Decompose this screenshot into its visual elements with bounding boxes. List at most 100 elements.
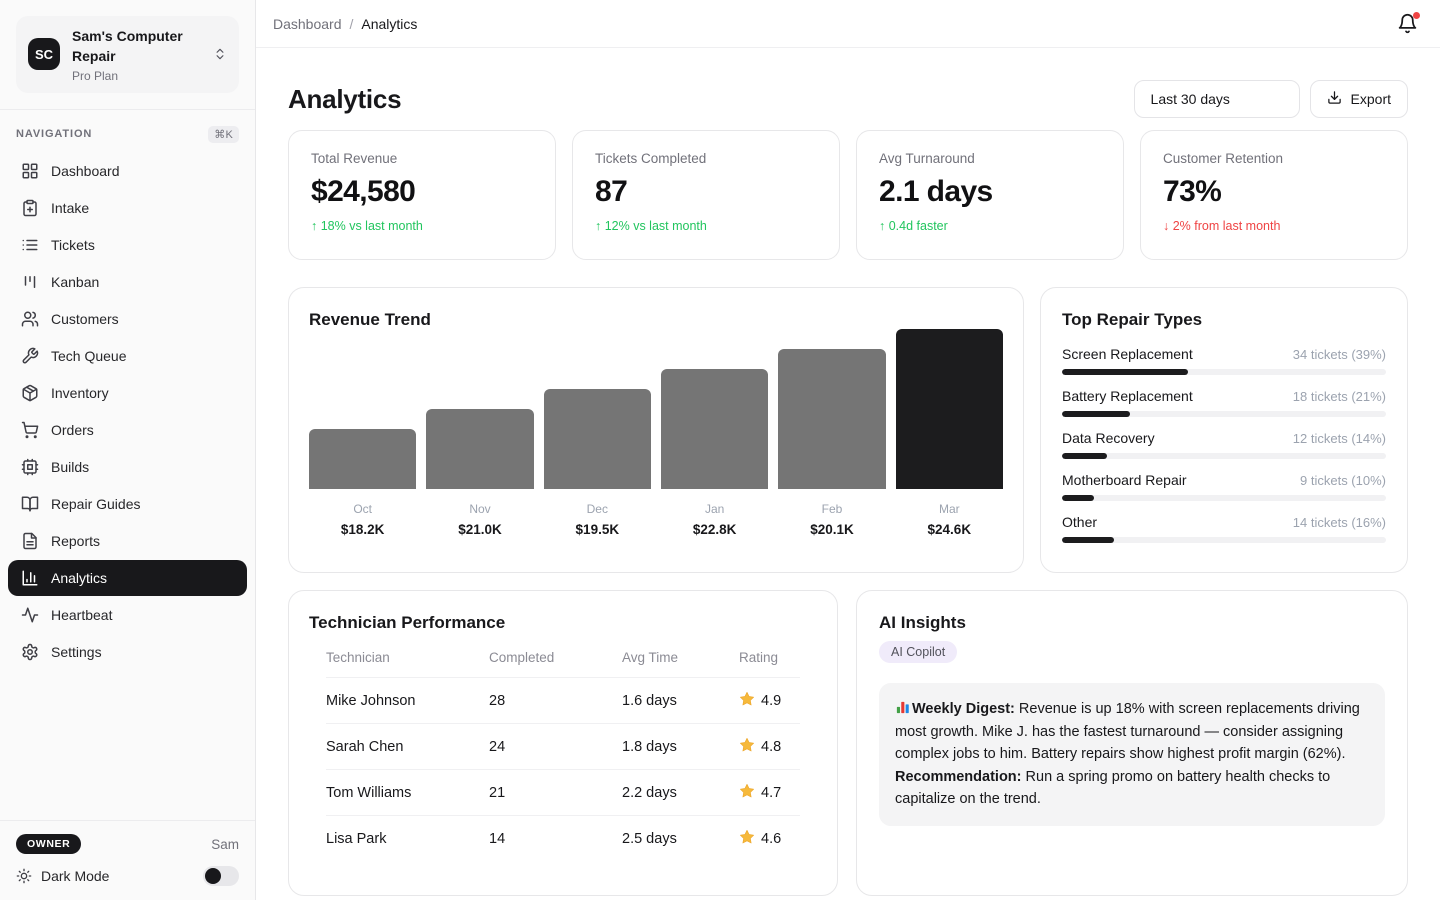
technician-table-header: TechnicianCompletedAvg TimeRating <box>326 650 800 678</box>
date-range-value: Last 30 days <box>1151 91 1230 107</box>
technician-performance-panel: Technician Performance TechnicianComplet… <box>288 590 838 896</box>
technician-name: Mike Johnson <box>326 693 489 709</box>
stat-delta: ↑ 12% vs last month <box>595 219 817 233</box>
workspace-switcher[interactable]: SC Sam's Computer Repair Pro Plan <box>16 16 239 93</box>
toggle-knob <box>205 868 221 884</box>
dark-mode-row: Dark Mode <box>16 866 239 886</box>
column-header-completed: Completed <box>489 650 622 665</box>
repair-progress-track <box>1062 537 1386 543</box>
revenue-bar-feb <box>778 349 885 489</box>
technician-completed: 28 <box>489 693 622 709</box>
technician-name: Lisa Park <box>326 831 489 847</box>
dark-mode-toggle[interactable] <box>203 866 239 886</box>
repair-progress-fill <box>1062 537 1114 543</box>
repair-types-list: Screen Replacement34 tickets (39%)Batter… <box>1062 346 1386 543</box>
sidebar-item-tech-queue[interactable]: Tech Queue <box>8 338 247 374</box>
sidebar-item-label: Heartbeat <box>51 607 112 623</box>
page-content: Analytics Last 30 days Export Total Reve… <box>256 48 1440 896</box>
table-row-lisa-park: Lisa Park142.5 days4.6 <box>326 816 800 862</box>
file-text-icon <box>21 532 39 550</box>
stat-label: Total Revenue <box>311 151 533 166</box>
sidebar-nav: DashboardIntake Tickets Kanban Customers Tec… <box>0 153 255 671</box>
breadcrumb-separator: / <box>350 16 354 32</box>
repair-progress-fill <box>1062 369 1188 375</box>
digest-bold-text: Recommendation: <box>895 769 1022 785</box>
chart-column-jan: Jan$22.8K <box>661 329 768 537</box>
settings-icon <box>21 643 39 661</box>
page-controls: Last 30 days Export <box>1134 80 1408 118</box>
top-repair-types-title: Top Repair Types <box>1062 310 1386 329</box>
bar-value-label: $19.5K <box>544 522 651 537</box>
navigation-label: NAVIGATION <box>16 128 92 140</box>
workspace-info: Sam's Computer Repair Pro Plan <box>72 26 201 83</box>
sidebar-item-intake[interactable]: Intake <box>8 190 247 226</box>
sidebar: SC Sam's Computer Repair Pro Plan NAVIGA… <box>0 0 256 900</box>
sidebar-item-label: Analytics <box>51 570 107 586</box>
sidebar-item-label: Tickets <box>51 237 95 253</box>
ai-insights-panel: AI Insights AI Copilot Weekly Digest: Re… <box>856 590 1408 896</box>
sidebar-item-orders[interactable]: Orders <box>8 412 247 448</box>
sun-icon <box>16 868 32 884</box>
export-button[interactable]: Export <box>1310 80 1408 118</box>
sidebar-item-customers[interactable]: Customers <box>8 301 247 337</box>
stat-cards: Total Revenue$24,580↑ 18% vs last monthT… <box>288 130 1408 260</box>
revenue-bar-jan <box>661 369 768 489</box>
repair-type-data-recovery: Data Recovery12 tickets (14%) <box>1062 430 1386 459</box>
app-root: SC Sam's Computer Repair Pro Plan NAVIGA… <box>0 0 1440 900</box>
sidebar-item-builds[interactable]: Builds <box>8 449 247 485</box>
sidebar-item-inventory[interactable]: Inventory <box>8 375 247 411</box>
activity-icon <box>21 606 39 624</box>
notifications-button[interactable] <box>1397 13 1418 34</box>
revenue-trend-title: Revenue Trend <box>309 310 1003 329</box>
sidebar-item-repair-guides[interactable]: Repair Guides <box>8 486 247 522</box>
command-k-shortcut-badge: ⌘K <box>208 126 239 143</box>
technician-name: Tom Williams <box>326 785 489 801</box>
stat-value: 2.1 days <box>879 175 1101 209</box>
stat-card-total-revenue: Total Revenue$24,580↑ 18% vs last month <box>288 130 556 260</box>
stat-label: Tickets Completed <box>595 151 817 166</box>
column-header-rating: Rating <box>739 650 800 665</box>
stat-delta: ↑ 0.4d faster <box>879 219 1101 233</box>
clipboard-plus-icon <box>21 199 39 217</box>
technician-avg-time: 2.2 days <box>622 785 739 801</box>
sidebar-item-heartbeat[interactable]: Heartbeat <box>8 597 247 633</box>
sidebar-item-tickets[interactable]: Tickets <box>8 227 247 263</box>
rating-value: 4.6 <box>761 831 781 847</box>
stat-label: Avg Turnaround <box>879 151 1101 166</box>
sidebar-item-label: Reports <box>51 533 100 549</box>
digest-bold-text: Weekly Digest: <box>912 701 1015 717</box>
sidebar-item-label: Tech Queue <box>51 348 127 364</box>
sidebar-item-settings[interactable]: Settings <box>8 634 247 670</box>
rating-value: 4.9 <box>761 693 781 709</box>
stat-value: 73% <box>1163 175 1385 209</box>
stat-card-tickets-completed: Tickets Completed87↑ 12% vs last month <box>572 130 840 260</box>
workspace-avatar: SC <box>28 38 60 70</box>
technician-avg-time: 1.6 days <box>622 693 739 709</box>
sidebar-item-dashboard[interactable]: Dashboard <box>8 153 247 189</box>
star-icon <box>739 829 755 849</box>
technician-performance-title: Technician Performance <box>309 613 817 632</box>
bar-month-label: Dec <box>544 502 651 516</box>
repair-type-count: 14 tickets (16%) <box>1293 515 1386 530</box>
sidebar-item-label: Kanban <box>51 274 99 290</box>
revenue-bar-oct <box>309 429 416 489</box>
users-icon <box>21 310 39 328</box>
star-icon <box>739 783 755 803</box>
bar-chart-icon <box>21 569 39 587</box>
technician-rating: 4.8 <box>739 737 800 757</box>
package-icon <box>21 384 39 402</box>
bar-value-label: $20.1K <box>778 522 885 537</box>
technician-table-body: Mike Johnson281.6 days4.9Sarah Chen241.8… <box>326 678 800 862</box>
dark-mode-label: Dark Mode <box>41 868 109 884</box>
star-icon <box>739 737 755 757</box>
bar-zone <box>309 329 416 489</box>
sidebar-item-analytics[interactable]: Analytics <box>8 560 247 596</box>
revenue-bar-dec <box>544 389 651 489</box>
sidebar-item-kanban[interactable]: Kanban <box>8 264 247 300</box>
breadcrumb-current: Analytics <box>361 16 417 32</box>
sidebar-item-reports[interactable]: Reports <box>8 523 247 559</box>
breadcrumb-dashboard[interactable]: Dashboard <box>273 16 342 32</box>
repair-type-label: Motherboard Repair <box>1062 472 1187 488</box>
nav-section-header: NAVIGATION ⌘K <box>0 110 255 153</box>
date-range-select[interactable]: Last 30 days <box>1134 80 1300 118</box>
